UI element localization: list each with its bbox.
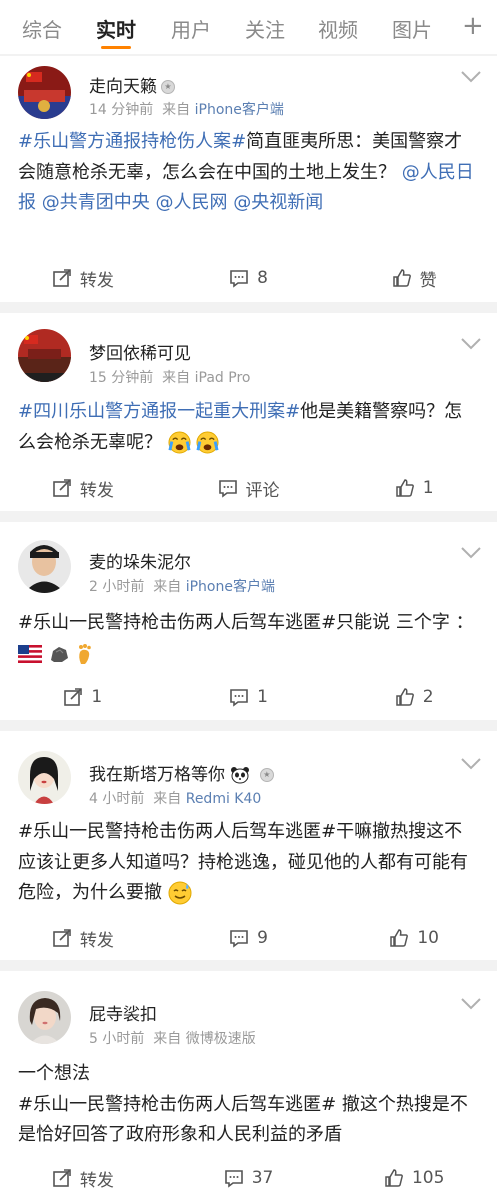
- crying-emoji-icon: [196, 431, 219, 454]
- like-button[interactable]: 105: [331, 1160, 497, 1196]
- repost-icon: [53, 929, 71, 947]
- like-button[interactable]: 2: [331, 679, 497, 715]
- comment-button[interactable]: 9: [166, 920, 332, 956]
- avatar[interactable]: [18, 991, 71, 1044]
- thumbs-up-icon: [392, 269, 411, 287]
- thumbs-up-icon: [390, 929, 409, 947]
- comment-button[interactable]: 8: [166, 260, 332, 296]
- rock-icon: [50, 646, 68, 662]
- like-button[interactable]: 赞: [331, 260, 497, 296]
- active-tab-indicator: [101, 46, 131, 49]
- tab-following[interactable]: 关注: [245, 14, 285, 43]
- repost-button[interactable]: 转发: [0, 470, 166, 506]
- tab-realtime[interactable]: 实时: [96, 14, 136, 43]
- comment-icon: [218, 480, 237, 498]
- post-card[interactable]: 我在斯塔万格等你 ★ 4 小时前 来自 Redmi K40 #乐山一民警持枪击伤…: [0, 731, 497, 960]
- post-text: 一个想法 #乐山一民警持枪击伤两人后驾车逃匿# 撤这个热搜是不是恰好回答了政府形…: [18, 1063, 468, 1145]
- crying-emoji-icon: [168, 431, 191, 454]
- chevron-down-icon[interactable]: [460, 337, 482, 351]
- medal-badge-icon: ★: [161, 80, 175, 94]
- post-text: #乐山一民警持枪击伤两人后驾车逃匿#只能说 三个字 ：: [18, 608, 480, 669]
- tab-bar: 综合 实时 用户 关注 视频 图片 +: [0, 0, 497, 54]
- repost-icon: [53, 1169, 71, 1187]
- foot-icon: [79, 643, 92, 664]
- thumbs-up-icon: [385, 1169, 403, 1187]
- post-meta: 15 分钟前 来自 iPad Pro: [89, 370, 251, 386]
- username[interactable]: 屁寺裟扣: [89, 1000, 157, 1025]
- comment-button[interactable]: 37: [166, 1160, 332, 1196]
- action-bar: 转发 8 赞: [0, 260, 497, 296]
- post-text: #四川乐山警方通报一起重大刑案#他是美籍警察吗？怎么会枪杀无辜呢？: [18, 401, 463, 454]
- like-button[interactable]: 10: [331, 920, 497, 956]
- tab-video[interactable]: 视频: [318, 14, 358, 43]
- repost-icon: [64, 688, 83, 706]
- add-tab-icon[interactable]: +: [462, 11, 484, 41]
- avatar[interactable]: [18, 329, 71, 382]
- comment-icon: [230, 689, 248, 707]
- comment-icon: [230, 930, 248, 948]
- repost-icon: [53, 269, 71, 287]
- username[interactable]: 走向天籁 ★: [89, 72, 175, 97]
- username[interactable]: 梦回依稀可见: [89, 339, 191, 364]
- username[interactable]: 麦的垛朱泥尔: [89, 548, 191, 573]
- tab-comprehensive[interactable]: 综合: [22, 14, 62, 43]
- action-bar: 转发 评论 1: [0, 470, 497, 506]
- chevron-down-icon[interactable]: [460, 546, 482, 560]
- chevron-down-icon[interactable]: [460, 70, 482, 84]
- thumbs-up-icon: [396, 479, 414, 497]
- post-text: #乐山一民警持枪击伤两人后驾车逃匿#干嘛撤热搜这不应该让更多人知道吗？持枪逃逸，…: [18, 821, 468, 905]
- comment-button[interactable]: 评论: [166, 470, 332, 506]
- post-card[interactable]: 梦回依稀可见 15 分钟前 来自 iPad Pro #四川乐山警方通报一起重大刑…: [0, 313, 497, 511]
- chevron-down-icon[interactable]: [460, 757, 482, 771]
- repost-icon: [53, 479, 71, 497]
- repost-button[interactable]: 转发: [0, 1160, 166, 1196]
- medal-badge-icon: ★: [259, 768, 274, 782]
- post-card[interactable]: 走向天籁 ★ 14 分钟前 来自 iPhone客户端 #乐山警方通报持枪伤人案#简…: [0, 56, 497, 302]
- comment-icon: [230, 270, 248, 288]
- thumbs-up-icon: [396, 688, 414, 706]
- post-card[interactable]: 麦的垛朱泥尔 2 小时前 来自 iPhone客户端 #乐山一民警持枪击伤两人后驾…: [0, 522, 497, 720]
- repost-button[interactable]: 转发: [0, 920, 166, 956]
- action-bar: 1 1 2: [0, 679, 497, 715]
- post-meta: 4 小时前 来自 Redmi K40: [89, 791, 262, 807]
- us-flag-icon: [18, 644, 42, 663]
- avatar[interactable]: [18, 66, 71, 119]
- post-meta: 2 小时前 来自 iPhone客户端: [89, 579, 275, 595]
- tab-images[interactable]: 图片: [392, 14, 432, 43]
- sweat-smile-emoji-icon: [168, 881, 192, 905]
- repost-button[interactable]: 转发: [0, 260, 166, 296]
- post-text: #乐山警方通报持枪伤人案#简直匪夷所思：美国警察才会随意枪杀无辜，怎么会在中国的…: [18, 131, 474, 213]
- comment-button[interactable]: 1: [166, 679, 332, 715]
- like-button[interactable]: 1: [331, 470, 497, 506]
- action-bar: 转发 9 10: [0, 920, 497, 956]
- avatar[interactable]: [18, 751, 71, 804]
- tab-users[interactable]: 用户: [171, 14, 211, 43]
- chevron-down-icon[interactable]: [460, 997, 482, 1011]
- avatar[interactable]: [18, 540, 71, 593]
- repost-button[interactable]: 1: [0, 679, 166, 715]
- username[interactable]: 我在斯塔万格等你 ★: [89, 760, 274, 785]
- comment-icon: [224, 1170, 243, 1188]
- panda-icon: [231, 767, 250, 784]
- post-card[interactable]: 屁寺裟扣 5 小时前 来自 微博极速版 一个想法 #乐山一民警持枪击伤两人后驾车…: [0, 971, 497, 1200]
- action-bar: 转发 37 105: [0, 1160, 497, 1196]
- post-meta: 14 分钟前 来自 iPhone客户端: [89, 102, 284, 118]
- post-meta: 5 小时前 来自 微博极速版: [89, 1031, 256, 1047]
